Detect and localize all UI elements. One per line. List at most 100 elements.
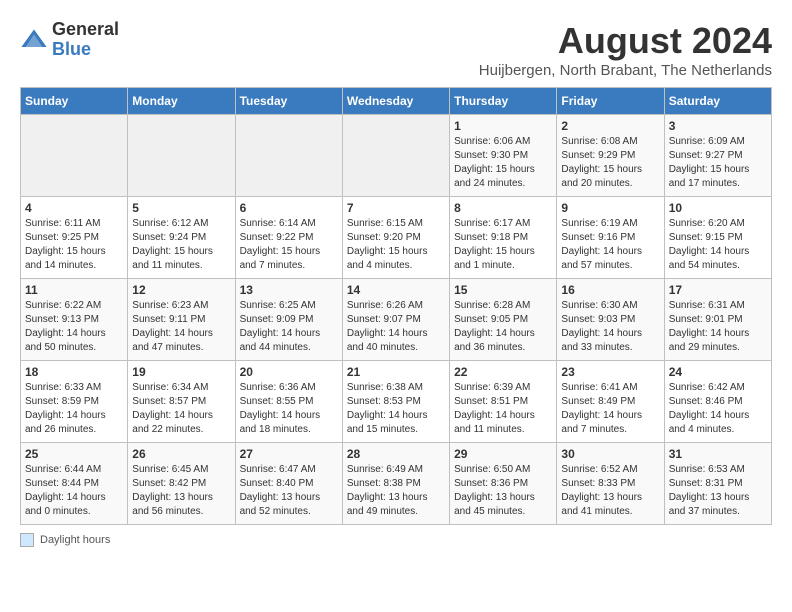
calendar-cell: 3Sunrise: 6:09 AM Sunset: 9:27 PM Daylig…	[664, 115, 771, 197]
header-day: Thursday	[450, 88, 557, 115]
day-info: Sunrise: 6:45 AM Sunset: 8:42 PM Dayligh…	[132, 463, 230, 519]
calendar-week-row: 1 Sunrise: 6:06 AM Sunset: 9:30 PM Daylig…	[21, 115, 772, 197]
day-info: Sunrise: 6:19 AM Sunset: 9:16 PM Dayligh…	[561, 217, 659, 273]
calendar-cell: 10Sunrise: 6:20 AM Sunset: 9:15 PM Dayli…	[664, 197, 771, 279]
logo-general-text: General	[52, 20, 119, 40]
calendar-cell: 9 Sunrise: 6:19 AM Sunset: 9:16 PM Daylig…	[557, 197, 664, 279]
day-number: 22	[454, 365, 552, 379]
day-number: 28	[347, 447, 445, 461]
calendar-cell: 27 Sunrise: 6:47 AM Sunset: 8:40 PM Dayli…	[235, 443, 342, 525]
footer-label: Daylight hours	[40, 534, 110, 546]
day-info: Sunrise: 6:28 AM Sunset: 9:05 PM Dayligh…	[454, 299, 552, 355]
day-number: 17	[669, 283, 767, 297]
calendar-cell: 28Sunrise: 6:49 AM Sunset: 8:38 PM Dayli…	[342, 443, 449, 525]
day-number: 27	[240, 447, 338, 461]
calendar-cell: 23 Sunrise: 6:41 AM Sunset: 8:49 PM Dayli…	[557, 361, 664, 443]
header-day: Sunday	[21, 88, 128, 115]
calendar-cell	[21, 115, 128, 197]
calendar-cell	[235, 115, 342, 197]
day-info: Sunrise: 6:14 AM Sunset: 9:22 PM Dayligh…	[240, 217, 338, 273]
day-number: 18	[25, 365, 123, 379]
day-number: 11	[25, 283, 123, 297]
calendar-cell: 25Sunrise: 6:44 AM Sunset: 8:44 PM Dayli…	[21, 443, 128, 525]
day-number: 8	[454, 201, 552, 215]
calendar-cell: 18 Sunrise: 6:33 AM Sunset: 8:59 PM Dayli…	[21, 361, 128, 443]
day-number: 2	[561, 119, 659, 133]
day-info: Sunrise: 6:39 AM Sunset: 8:51 PM Dayligh…	[454, 381, 552, 437]
calendar-cell: 1 Sunrise: 6:06 AM Sunset: 9:30 PM Daylig…	[450, 115, 557, 197]
calendar-week-row: 4Sunrise: 6:11 AM Sunset: 9:25 PM Daylig…	[21, 197, 772, 279]
day-number: 20	[240, 365, 338, 379]
day-number: 23	[561, 365, 659, 379]
calendar-cell	[128, 115, 235, 197]
header-day: Monday	[128, 88, 235, 115]
day-info: Sunrise: 6:26 AM Sunset: 9:07 PM Dayligh…	[347, 299, 445, 355]
day-info: Sunrise: 6:23 AM Sunset: 9:11 PM Dayligh…	[132, 299, 230, 355]
day-info: Sunrise: 6:08 AM Sunset: 9:29 PM Dayligh…	[561, 135, 659, 191]
calendar-cell: 22 Sunrise: 6:39 AM Sunset: 8:51 PM Dayli…	[450, 361, 557, 443]
day-number: 3	[669, 119, 767, 133]
logo-icon	[20, 26, 48, 54]
day-info: Sunrise: 6:50 AM Sunset: 8:36 PM Dayligh…	[454, 463, 552, 519]
day-number: 21	[347, 365, 445, 379]
day-info: Sunrise: 6:11 AM Sunset: 9:25 PM Dayligh…	[25, 217, 123, 273]
day-info: Sunrise: 6:36 AM Sunset: 8:55 PM Dayligh…	[240, 381, 338, 437]
day-info: Sunrise: 6:31 AM Sunset: 9:01 PM Dayligh…	[669, 299, 767, 355]
day-info: Sunrise: 6:25 AM Sunset: 9:09 PM Dayligh…	[240, 299, 338, 355]
day-info: Sunrise: 6:41 AM Sunset: 8:49 PM Dayligh…	[561, 381, 659, 437]
day-info: Sunrise: 6:17 AM Sunset: 9:18 PM Dayligh…	[454, 217, 552, 273]
day-number: 6	[240, 201, 338, 215]
title-block: August 2024 Huijbergen, North Brabant, T…	[479, 20, 772, 79]
calendar-week-row: 11 Sunrise: 6:22 AM Sunset: 9:13 PM Dayli…	[21, 279, 772, 361]
calendar-table: SundayMondayTuesdayWednesdayThursdayFrid…	[20, 87, 772, 525]
header-day: Saturday	[664, 88, 771, 115]
calendar-cell: 2 Sunrise: 6:08 AM Sunset: 9:29 PM Daylig…	[557, 115, 664, 197]
day-number: 1	[454, 119, 552, 133]
day-number: 5	[132, 201, 230, 215]
calendar-week-row: 25Sunrise: 6:44 AM Sunset: 8:44 PM Dayli…	[21, 443, 772, 525]
header-day: Friday	[557, 88, 664, 115]
day-info: Sunrise: 6:20 AM Sunset: 9:15 PM Dayligh…	[669, 217, 767, 273]
header-day: Tuesday	[235, 88, 342, 115]
calendar-cell: 17 Sunrise: 6:31 AM Sunset: 9:01 PM Dayli…	[664, 279, 771, 361]
calendar-cell: 8 Sunrise: 6:17 AM Sunset: 9:18 PM Daylig…	[450, 197, 557, 279]
logo: General Blue	[20, 20, 119, 60]
day-info: Sunrise: 6:22 AM Sunset: 9:13 PM Dayligh…	[25, 299, 123, 355]
day-info: Sunrise: 6:52 AM Sunset: 8:33 PM Dayligh…	[561, 463, 659, 519]
calendar-cell: 11 Sunrise: 6:22 AM Sunset: 9:13 PM Dayli…	[21, 279, 128, 361]
day-info: Sunrise: 6:38 AM Sunset: 8:53 PM Dayligh…	[347, 381, 445, 437]
day-info: Sunrise: 6:42 AM Sunset: 8:46 PM Dayligh…	[669, 381, 767, 437]
day-number: 29	[454, 447, 552, 461]
day-number: 13	[240, 283, 338, 297]
day-number: 12	[132, 283, 230, 297]
calendar-cell: 19Sunrise: 6:34 AM Sunset: 8:57 PM Dayli…	[128, 361, 235, 443]
calendar-week-row: 18 Sunrise: 6:33 AM Sunset: 8:59 PM Dayli…	[21, 361, 772, 443]
day-number: 30	[561, 447, 659, 461]
calendar-cell: 12 Sunrise: 6:23 AM Sunset: 9:11 PM Dayli…	[128, 279, 235, 361]
day-info: Sunrise: 6:47 AM Sunset: 8:40 PM Dayligh…	[240, 463, 338, 519]
day-number: 14	[347, 283, 445, 297]
page-header: General Blue August 2024 Huijbergen, Nor…	[20, 20, 772, 79]
calendar-cell: 26 Sunrise: 6:45 AM Sunset: 8:42 PM Dayli…	[128, 443, 235, 525]
calendar-cell: 13 Sunrise: 6:25 AM Sunset: 9:09 PM Dayli…	[235, 279, 342, 361]
daylight-box	[20, 533, 34, 547]
calendar-cell: 7Sunrise: 6:15 AM Sunset: 9:20 PM Daylig…	[342, 197, 449, 279]
day-info: Sunrise: 6:33 AM Sunset: 8:59 PM Dayligh…	[25, 381, 123, 437]
day-number: 26	[132, 447, 230, 461]
footer: Daylight hours	[20, 533, 772, 547]
calendar-cell: 16Sunrise: 6:30 AM Sunset: 9:03 PM Dayli…	[557, 279, 664, 361]
day-info: Sunrise: 6:53 AM Sunset: 8:31 PM Dayligh…	[669, 463, 767, 519]
day-number: 25	[25, 447, 123, 461]
day-info: Sunrise: 6:06 AM Sunset: 9:30 PM Dayligh…	[454, 135, 552, 191]
calendar-cell: 20 Sunrise: 6:36 AM Sunset: 8:55 PM Dayli…	[235, 361, 342, 443]
logo-blue-text: Blue	[52, 40, 119, 60]
day-info: Sunrise: 6:15 AM Sunset: 9:20 PM Dayligh…	[347, 217, 445, 273]
calendar-cell: 14 Sunrise: 6:26 AM Sunset: 9:07 PM Dayli…	[342, 279, 449, 361]
calendar-cell: 15 Sunrise: 6:28 AM Sunset: 9:05 PM Dayli…	[450, 279, 557, 361]
calendar-cell: 5Sunrise: 6:12 AM Sunset: 9:24 PM Daylig…	[128, 197, 235, 279]
day-number: 9	[561, 201, 659, 215]
calendar-cell	[342, 115, 449, 197]
day-number: 15	[454, 283, 552, 297]
day-number: 31	[669, 447, 767, 461]
calendar-cell: 6 Sunrise: 6:14 AM Sunset: 9:22 PM Daylig…	[235, 197, 342, 279]
